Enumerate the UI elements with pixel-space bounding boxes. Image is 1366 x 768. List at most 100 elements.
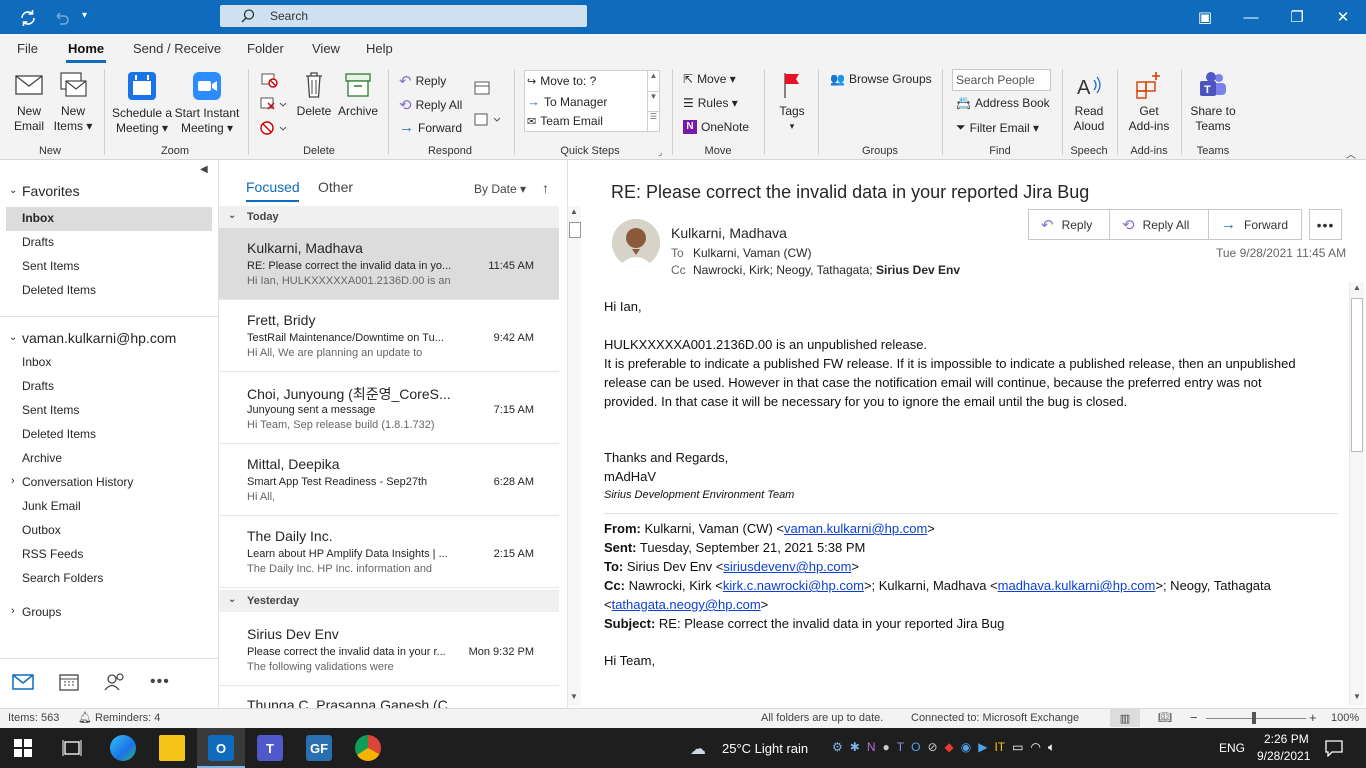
- tab-other[interactable]: Other: [318, 179, 353, 195]
- fav-drafts[interactable]: Drafts: [22, 235, 54, 249]
- weather-text[interactable]: 25°C Light rain: [722, 741, 808, 756]
- list-item-partial[interactable]: Thunga C, Prasanna Ganesh (C...: [219, 687, 559, 708]
- onenote-tray-icon[interactable]: N: [867, 740, 876, 755]
- acct-inbox[interactable]: Inbox: [22, 355, 51, 369]
- onenote-button[interactable]: N OneNote: [683, 120, 749, 134]
- acct-search-folders[interactable]: Search Folders: [22, 571, 103, 585]
- list-scrollbar[interactable]: ▲ ▼: [567, 206, 581, 706]
- cc-recipients[interactable]: Nawrocki, Kirk; Neogy, Tathagata; Sirius…: [693, 263, 960, 277]
- forward-button[interactable]: → Forward: [399, 119, 462, 136]
- conversation-history-chevron-icon[interactable]: ›: [11, 475, 15, 487]
- edge-icon[interactable]: [110, 735, 136, 761]
- email-link[interactable]: siriusdevenv@hp.com: [723, 559, 851, 574]
- junk-icon[interactable]: [259, 119, 287, 137]
- fav-inbox[interactable]: Inbox: [22, 211, 54, 225]
- acct-junk-email[interactable]: Junk Email: [22, 499, 81, 513]
- people-nav-icon[interactable]: [104, 673, 126, 691]
- outlook-tray-icon[interactable]: O: [911, 740, 920, 755]
- reply-button[interactable]: ↶ Reply: [1028, 209, 1110, 240]
- customize-qat-icon[interactable]: ▾: [82, 10, 87, 21]
- more-actions-button[interactable]: •••: [1309, 209, 1342, 240]
- restore-button[interactable]: ❐: [1274, 0, 1320, 34]
- acct-drafts[interactable]: Drafts: [22, 379, 54, 393]
- group-header-yesterday[interactable]: ⌄ Yesterday: [219, 590, 559, 612]
- scroll-down-arrow[interactable]: ▼: [1353, 692, 1361, 701]
- to-recipients[interactable]: Kulkarni, Vaman (CW): [693, 246, 811, 260]
- get-addins-button[interactable]: Get Add-ins: [1124, 70, 1174, 134]
- acct-rss-feeds[interactable]: RSS Feeds: [22, 547, 83, 561]
- list-item[interactable]: Mittal, Deepika Smart App Test Readiness…: [219, 444, 559, 516]
- minimize-button[interactable]: —: [1228, 0, 1274, 34]
- forward-button[interactable]: → Forward: [1208, 209, 1302, 240]
- fav-deleted-items[interactable]: Deleted Items: [22, 283, 96, 297]
- clock-date[interactable]: 9/28/2021: [1257, 749, 1310, 763]
- zoom-slider[interactable]: [1206, 718, 1306, 719]
- quick-step-to-manager[interactable]: → To Manager: [527, 94, 607, 109]
- task-view-icon[interactable]: [62, 739, 82, 757]
- meeting-reply-icon[interactable]: [473, 79, 491, 97]
- more-respond-icon[interactable]: [473, 111, 503, 129]
- group-header-today[interactable]: ⌄ Today: [219, 206, 559, 228]
- scroll-thumb[interactable]: [569, 222, 581, 238]
- schedule-meeting-button[interactable]: Schedule a Meeting ▾: [111, 70, 173, 136]
- ignore-icon[interactable]: [259, 71, 279, 89]
- scroll-up-arrow[interactable]: ▲: [1353, 283, 1361, 292]
- groups-chevron-icon[interactable]: ›: [11, 605, 15, 617]
- scroll-thumb[interactable]: [1351, 298, 1363, 452]
- move-button[interactable]: ⇱ Move ▾: [683, 72, 736, 86]
- close-button[interactable]: ✕: [1320, 0, 1366, 34]
- network-off-icon[interactable]: ⊘: [927, 740, 937, 755]
- reply-all-button[interactable]: ⟲ Reply All: [1109, 209, 1209, 240]
- tab-home[interactable]: Home: [68, 41, 104, 56]
- share-to-teams-button[interactable]: T Share to Teams: [1186, 70, 1240, 134]
- tray-circle-icon[interactable]: ●: [883, 740, 890, 755]
- gallery-scroll-down[interactable]: ▼: [647, 91, 659, 111]
- ribbon-display-icon[interactable]: ▣: [1182, 0, 1228, 34]
- new-items-button[interactable]: New Items ▾: [50, 70, 96, 134]
- mail-nav-icon[interactable]: [12, 674, 34, 690]
- outlook-icon[interactable]: O: [208, 735, 234, 761]
- sort-by-date[interactable]: By Date ▾: [474, 182, 526, 196]
- zoom-slider-thumb[interactable]: [1252, 712, 1256, 724]
- mcafee-icon[interactable]: ◆: [945, 740, 954, 755]
- dialog-launcher-icon[interactable]: ⌟: [658, 147, 662, 158]
- list-item[interactable]: The Daily Inc. Learn about HP Amplify Da…: [219, 516, 559, 588]
- sender-name[interactable]: Kulkarni, Madhava: [671, 225, 787, 241]
- zoom-out-button[interactable]: −: [1190, 710, 1198, 725]
- address-book-button[interactable]: 📇 Address Book: [956, 96, 1050, 110]
- reply-button[interactable]: ↶ Reply: [399, 72, 446, 90]
- language-indicator[interactable]: ENG: [1219, 741, 1245, 755]
- sync-icon[interactable]: [18, 8, 38, 28]
- cleanup-icon[interactable]: [259, 95, 287, 113]
- email-link[interactable]: tathagata.neogy@hp.com: [612, 597, 761, 612]
- collapse-pane-icon[interactable]: ◀: [200, 164, 208, 175]
- favorites-chevron-icon[interactable]: ⌄: [9, 185, 17, 196]
- teams-tray-icon[interactable]: T: [897, 740, 904, 755]
- chrome-icon[interactable]: [355, 735, 381, 761]
- clock-time[interactable]: 2:26 PM: [1264, 732, 1309, 746]
- tab-send-receive[interactable]: Send / Receive: [133, 41, 221, 56]
- battery-icon[interactable]: ▭: [1012, 740, 1023, 755]
- start-instant-meeting-button[interactable]: Start Instant Meeting ▾: [174, 70, 240, 136]
- scroll-up-arrow[interactable]: ▲: [570, 207, 578, 216]
- search-people-input[interactable]: Search People: [952, 69, 1051, 91]
- zoom-in-button[interactable]: +: [1309, 710, 1317, 725]
- acct-conversation-history[interactable]: Conversation History: [22, 475, 133, 489]
- favorites-header[interactable]: Favorites: [22, 183, 80, 199]
- account-header[interactable]: vaman.kulkarni@hp.com: [22, 330, 176, 346]
- gf-app-icon[interactable]: GF: [306, 735, 332, 761]
- read-aloud-button[interactable]: A Read Aloud: [1068, 70, 1110, 134]
- search-box[interactable]: Search: [220, 5, 587, 27]
- quick-step-move-to[interactable]: ↪ Move to: ?: [527, 74, 596, 88]
- tab-folder[interactable]: Folder: [247, 41, 284, 56]
- gallery-scroll-up[interactable]: ▲: [647, 71, 659, 91]
- tab-file[interactable]: File: [17, 41, 38, 56]
- tags-button[interactable]: Tags ▾: [775, 70, 809, 134]
- sort-direction-icon[interactable]: ↑: [542, 180, 549, 196]
- video-tray-icon[interactable]: ▶: [978, 740, 987, 755]
- scroll-down-arrow[interactable]: ▼: [570, 692, 578, 701]
- email-link[interactable]: vaman.kulkarni@hp.com: [784, 521, 927, 536]
- tab-focused[interactable]: Focused: [246, 179, 300, 195]
- list-item[interactable]: Frett, Bridy TestRail Maintenance/Downti…: [219, 300, 559, 372]
- acct-sent-items[interactable]: Sent Items: [22, 403, 79, 417]
